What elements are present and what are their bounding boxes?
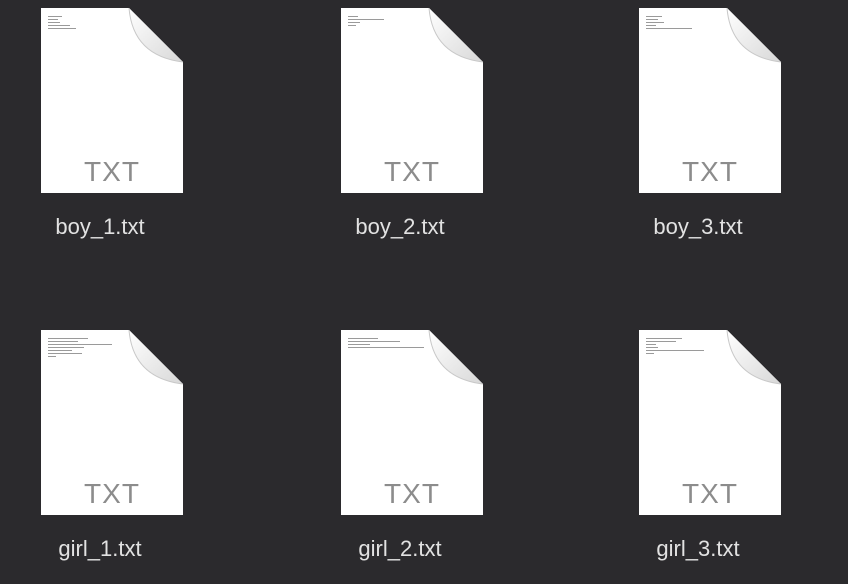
file-name[interactable]: girl_1.txt — [0, 536, 201, 562]
document-preview-lines — [48, 16, 128, 31]
text-document-icon: TXT — [41, 330, 183, 515]
file-type-label: TXT — [384, 478, 440, 509]
file-name[interactable]: boy_2.txt — [299, 214, 501, 240]
file-item-boy-2[interactable]: TXT boy_2.txt — [320, 0, 483, 260]
text-document-icon: TXT — [639, 330, 781, 515]
text-document-icon: TXT — [341, 330, 483, 515]
document-preview-lines — [646, 338, 726, 356]
file-type-label: TXT — [84, 156, 140, 187]
document-preview-lines — [348, 338, 428, 350]
document-preview-lines — [348, 16, 428, 28]
text-document-icon: TXT — [41, 8, 183, 193]
text-document-icon: TXT — [639, 8, 781, 193]
file-type-label: TXT — [84, 478, 140, 509]
file-item-girl-2[interactable]: TXT girl_2.txt — [320, 322, 483, 582]
file-name[interactable]: girl_3.txt — [597, 536, 799, 562]
file-grid: TXT boy_1.txt TXT boy_2.txt TXT boy_3.tx… — [0, 0, 848, 584]
file-item-boy-3[interactable]: TXT boy_3.txt — [618, 0, 781, 260]
file-type-label: TXT — [682, 156, 738, 187]
file-item-girl-1[interactable]: TXT girl_1.txt — [20, 322, 183, 582]
file-name[interactable]: boy_3.txt — [597, 214, 799, 240]
file-name[interactable]: boy_1.txt — [0, 214, 201, 240]
file-item-boy-1[interactable]: TXT boy_1.txt — [20, 0, 183, 260]
file-type-label: TXT — [384, 156, 440, 187]
file-item-girl-3[interactable]: TXT girl_3.txt — [618, 322, 781, 582]
document-preview-lines — [646, 16, 726, 31]
document-preview-lines — [48, 338, 128, 359]
text-document-icon: TXT — [341, 8, 483, 193]
file-type-label: TXT — [682, 478, 738, 509]
file-name[interactable]: girl_2.txt — [299, 536, 501, 562]
